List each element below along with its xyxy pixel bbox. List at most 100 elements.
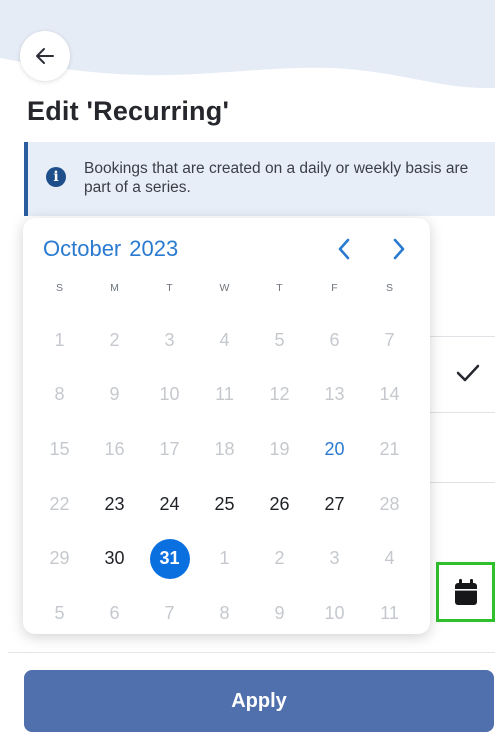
day-cell: 5 [32,586,87,641]
weekday-label: T [166,282,173,294]
day-number: 23 [104,493,125,514]
weekday-label: S [55,282,63,294]
day-number: 4 [219,329,230,350]
day-number: 6 [329,329,340,350]
page-title: Edit 'Recurring' [27,96,230,126]
day-number: 10 [324,602,345,623]
next-month-button[interactable] [386,235,412,263]
day-cell: 7 [142,586,197,641]
weekday-label: S [385,282,393,294]
weekday-label: T [276,282,283,294]
day-number: 25 [214,493,235,514]
day-number: 3 [329,548,340,569]
day-cell: 11 [362,586,417,641]
day-number: 26 [269,493,290,514]
day-number: 12 [269,384,290,405]
day-cell: 4 [197,313,252,368]
day-cell-selected[interactable]: 31 [142,531,197,586]
day-number: 3 [164,329,175,350]
day-cell: 7 [362,313,417,368]
day-number: 11 [380,602,399,623]
day-cell: 13 [307,368,362,423]
day-cell[interactable]: 26 [252,477,307,532]
day-number: 1 [54,329,65,350]
calendar-button[interactable] [436,562,495,622]
info-banner: i Bookings that are created on a daily o… [24,142,495,216]
arrow-left-icon [36,48,54,64]
weekday-label: M [110,282,119,294]
day-number: 8 [219,602,230,623]
day-cell: 6 [87,586,142,641]
calendar-icon [454,579,477,605]
checkmark-icon [456,364,480,382]
day-cell: 14 [362,368,417,423]
info-banner-text: Bookings that are created on a daily or … [84,160,469,196]
day-number: 28 [379,493,400,514]
day-number: 11 [215,384,234,405]
weekday-header-row: S M T W T F S [32,282,422,294]
day-number: 15 [49,438,70,459]
info-icon: i [46,167,66,187]
day-cell: 10 [307,586,362,641]
day-number: 31 [149,538,190,579]
day-cell: 9 [252,586,307,641]
back-button[interactable] [20,31,70,81]
day-number: 18 [214,438,235,459]
day-number: 9 [109,384,120,405]
day-number: 21 [379,438,400,459]
day-number: 6 [109,602,120,623]
footer-divider [8,652,495,653]
day-cell: 29 [32,531,87,586]
day-number: 9 [274,602,285,623]
day-cell: 2 [87,313,142,368]
day-number: 27 [324,493,345,514]
day-number: 13 [324,384,345,405]
day-cell: 18 [197,422,252,477]
day-number: 17 [159,438,180,459]
header-wave-background [0,0,495,89]
day-cell: 3 [307,531,362,586]
day-number: 22 [49,493,70,514]
day-cell[interactable]: 24 [142,477,197,532]
day-cell[interactable]: 27 [307,477,362,532]
day-cell[interactable]: 25 [197,477,252,532]
day-cell: 21 [362,422,417,477]
day-cell[interactable]: 30 [87,531,142,586]
day-cell: 9 [87,368,142,423]
day-cell: 16 [87,422,142,477]
day-number: 5 [54,602,65,623]
day-number: 7 [384,329,395,350]
previous-month-button[interactable] [331,235,357,263]
day-number: 2 [274,548,285,569]
month-year-label[interactable]: October 2023 [43,236,178,262]
day-number: 20 [324,438,345,459]
day-number: 14 [379,384,400,405]
day-number: 4 [384,548,395,569]
day-cell: 5 [252,313,307,368]
day-cell: 15 [32,422,87,477]
day-number: 16 [104,438,125,459]
day-cell[interactable]: 23 [87,477,142,532]
day-number: 30 [104,548,125,569]
day-cell: 3 [142,313,197,368]
day-cell: 19 [252,422,307,477]
day-cell: 8 [32,368,87,423]
divider [420,336,495,337]
day-cell: 22 [32,477,87,532]
day-number: 8 [54,384,65,405]
day-cell: 2 [252,531,307,586]
weekday-label: F [331,282,338,294]
day-number: 29 [49,548,70,569]
divider [420,482,495,483]
apply-button[interactable]: Apply [24,670,494,732]
date-picker-popup: October 2023 S M T W T F S 1 2 3 4 5 6 7 8 9 10 11 1… [23,218,430,634]
day-cell: 12 [252,368,307,423]
day-number: 19 [269,438,290,459]
day-cell: 10 [142,368,197,423]
day-cell: 1 [197,531,252,586]
day-cell-today[interactable]: 20 [307,422,362,477]
day-cell: 1 [32,313,87,368]
day-number: 7 [164,602,175,623]
day-cell: 17 [142,422,197,477]
day-number: 24 [159,493,180,514]
